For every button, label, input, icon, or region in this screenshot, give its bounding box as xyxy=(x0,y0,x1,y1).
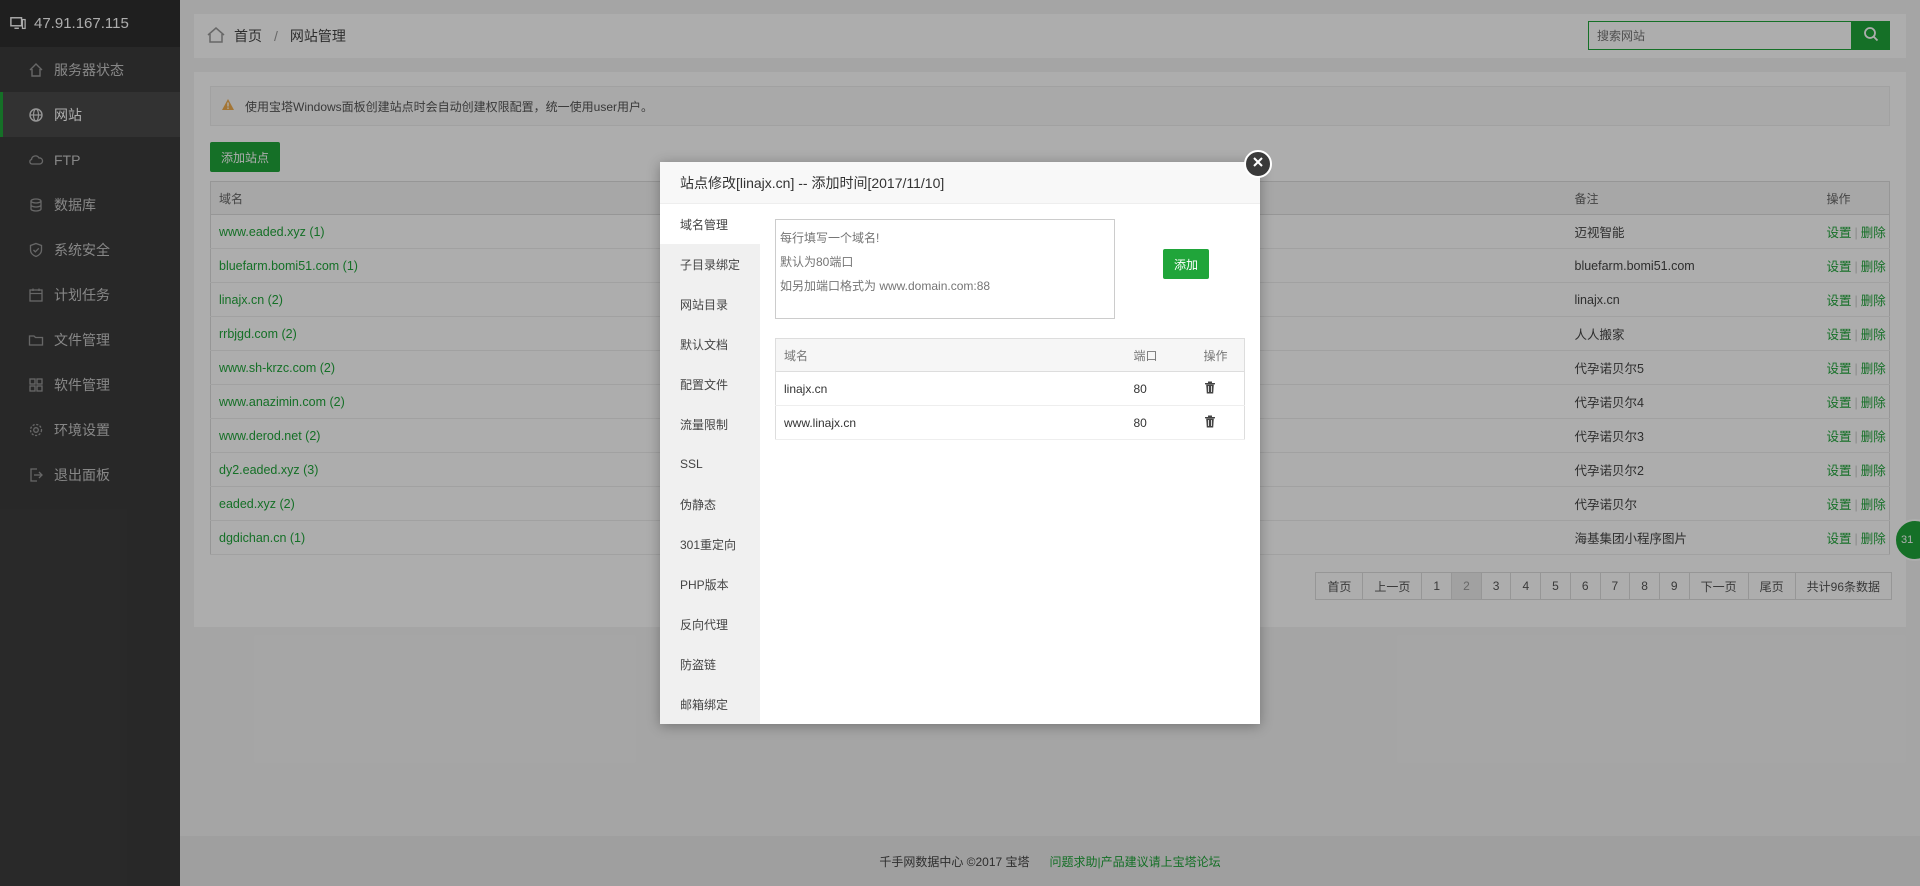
col-ops: 操作 xyxy=(1195,338,1245,372)
modal-title: 站点修改[linajx.cn] -- 添加时间[2017/11/10] xyxy=(660,162,1260,204)
col-port: 端口 xyxy=(1125,338,1196,372)
table-row: linajx.cn 80 xyxy=(775,371,1245,406)
tab-6[interactable]: SSL xyxy=(660,444,760,484)
trash-icon[interactable] xyxy=(1204,415,1216,428)
table-row: www.linajx.cn 80 xyxy=(775,405,1245,440)
domain-table: 域名 端口 操作 linajx.cn 80 www.linajx.cn 80 xyxy=(775,338,1245,440)
port-cell: 80 xyxy=(1125,371,1196,406)
tab-10[interactable]: 反向代理 xyxy=(660,604,760,644)
tab-5[interactable]: 流量限制 xyxy=(660,404,760,444)
close-icon xyxy=(1252,156,1264,172)
tab-4[interactable]: 配置文件 xyxy=(660,364,760,404)
domain-ops xyxy=(1195,371,1245,406)
tab-8[interactable]: 301重定向 xyxy=(660,524,760,564)
domain-textarea[interactable] xyxy=(775,219,1115,319)
trash-icon[interactable] xyxy=(1204,381,1216,394)
domain-management-pane: 添加 域名 端口 操作 linajx.cn80www.linajx.cn80 xyxy=(760,204,1260,724)
close-button[interactable] xyxy=(1244,150,1272,178)
col-domain: 域名 xyxy=(775,338,1126,372)
tab-3[interactable]: 默认文档 xyxy=(660,324,760,364)
tab-0[interactable]: 域名管理 xyxy=(660,204,760,244)
tab-11[interactable]: 防盗链 xyxy=(660,644,760,684)
tab-2[interactable]: 网站目录 xyxy=(660,284,760,324)
domain-cell: linajx.cn xyxy=(775,371,1126,406)
site-edit-modal: 站点修改[linajx.cn] -- 添加时间[2017/11/10] 域名管理… xyxy=(660,150,1272,724)
domain-table-header: 域名 端口 操作 xyxy=(775,338,1245,372)
tab-1[interactable]: 子目录绑定 xyxy=(660,244,760,284)
add-domain-button[interactable]: 添加 xyxy=(1163,249,1209,279)
tab-12[interactable]: 邮箱绑定 xyxy=(660,684,760,724)
domain-ops xyxy=(1195,405,1245,440)
port-cell: 80 xyxy=(1125,405,1196,440)
tab-7[interactable]: 伪静态 xyxy=(660,484,760,524)
domain-cell: www.linajx.cn xyxy=(775,405,1126,440)
modal-tabs: 域名管理 子目录绑定 网站目录 默认文档 配置文件 流量限制 SSL 伪静态 301重定向 PHP… xyxy=(660,204,760,724)
tab-9[interactable]: PHP版本 xyxy=(660,564,760,604)
